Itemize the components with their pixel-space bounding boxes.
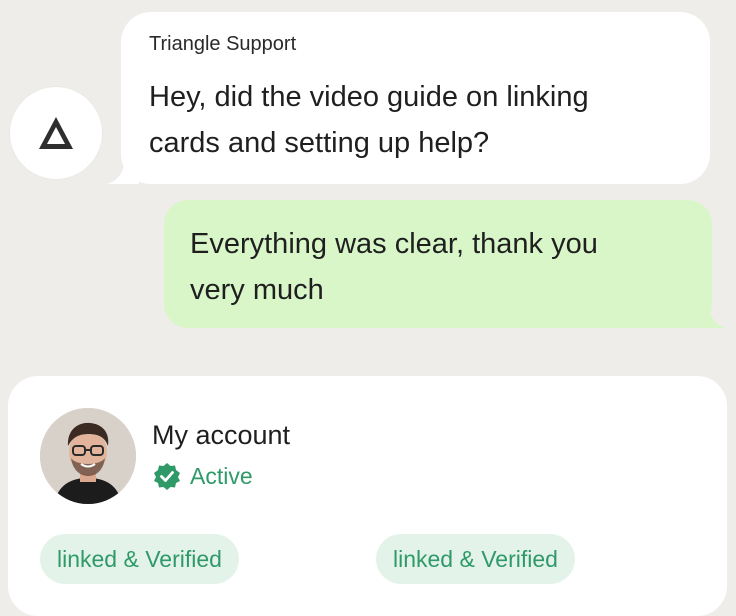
linked-verified-badge: linked & Verified: [40, 534, 239, 584]
outgoing-message-bubble: Everything was clear, thank you very muc…: [164, 200, 726, 328]
status-label: Active: [190, 462, 253, 489]
outgoing-message-line: Everything was clear, thank you: [190, 228, 598, 260]
message-sender: Triangle Support: [149, 33, 297, 55]
incoming-message-text: Hey, did the video guide on linking card…: [149, 74, 682, 166]
support-avatar: [10, 87, 102, 179]
incoming-bubble-tail: [107, 154, 139, 184]
triangle-logo-icon: [39, 117, 73, 149]
linked-verified-badge: linked & Verified: [376, 534, 575, 584]
verified-check-icon: [154, 463, 180, 490]
user-photo-icon: [40, 408, 136, 504]
incoming-message-line: Hey, did the video guide on linking: [149, 81, 589, 113]
account-title: My account: [152, 420, 291, 450]
incoming-message-line: cards and setting up help?: [149, 127, 490, 159]
account-status: Active: [153, 462, 253, 490]
outgoing-message-line: very much: [190, 274, 324, 306]
account-card[interactable]: My account Active linked & Verified link…: [8, 376, 727, 616]
outgoing-message-text: Everything was clear, thank you very muc…: [190, 221, 686, 313]
outgoing-bubble-tail: [694, 298, 726, 328]
incoming-message-bubble: Triangle Support Hey, did the video guid…: [107, 12, 710, 184]
user-avatar: [40, 408, 136, 504]
